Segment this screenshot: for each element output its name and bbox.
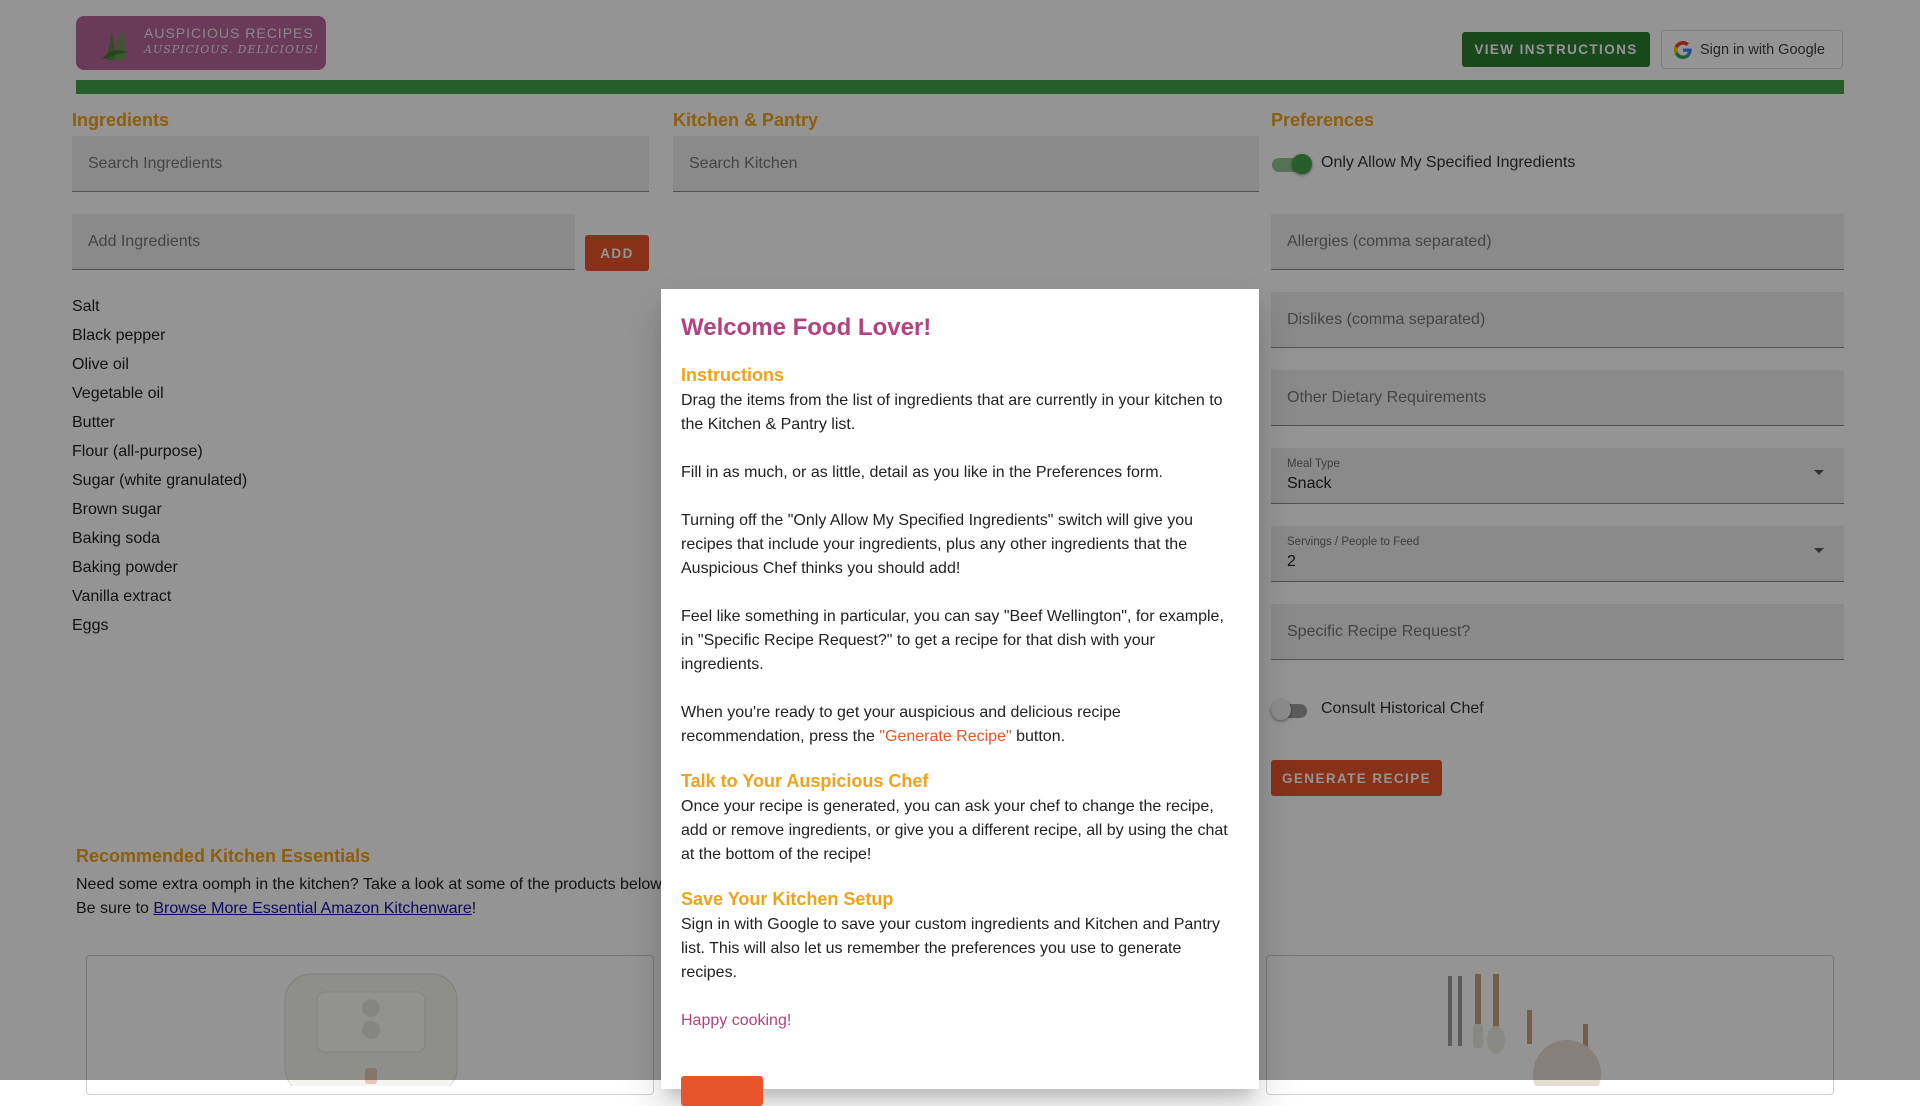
instructions-paragraph: Drag the items from the list of ingredie… xyxy=(681,392,1223,433)
closing-text: Happy cooking! xyxy=(681,1012,792,1029)
dialog-title: Welcome Food Lover! xyxy=(681,314,932,341)
close-dialog-button[interactable] xyxy=(681,1076,763,1106)
save-heading: Save Your Kitchen Setup xyxy=(681,889,894,909)
instructions-paragraph: Turning off the "Only Allow My Specified… xyxy=(681,512,1194,577)
instructions-paragraph: Fill in as much, or as little, detail as… xyxy=(681,464,1163,481)
page: AUSPICIOUS RECIPES AUSPICIOUS. DELICIOUS… xyxy=(0,0,1920,1106)
instructions-paragraph: When you're ready to get your auspicious… xyxy=(681,701,1239,749)
generate-recipe-highlight: "Generate Recipe" xyxy=(879,728,1012,745)
instructions-paragraph: Feel like something in particular, you c… xyxy=(681,608,1224,673)
save-paragraph: Sign in with Google to save your custom … xyxy=(681,916,1220,981)
chef-paragraph: Once your recipe is generated, you can a… xyxy=(681,798,1228,863)
welcome-dialog: Welcome Food Lover! Instructions Drag th… xyxy=(661,289,1259,1106)
instructions-heading: Instructions xyxy=(681,365,785,385)
chef-heading: Talk to Your Auspicious Chef xyxy=(681,771,929,791)
p5-suffix: button. xyxy=(1011,728,1066,745)
